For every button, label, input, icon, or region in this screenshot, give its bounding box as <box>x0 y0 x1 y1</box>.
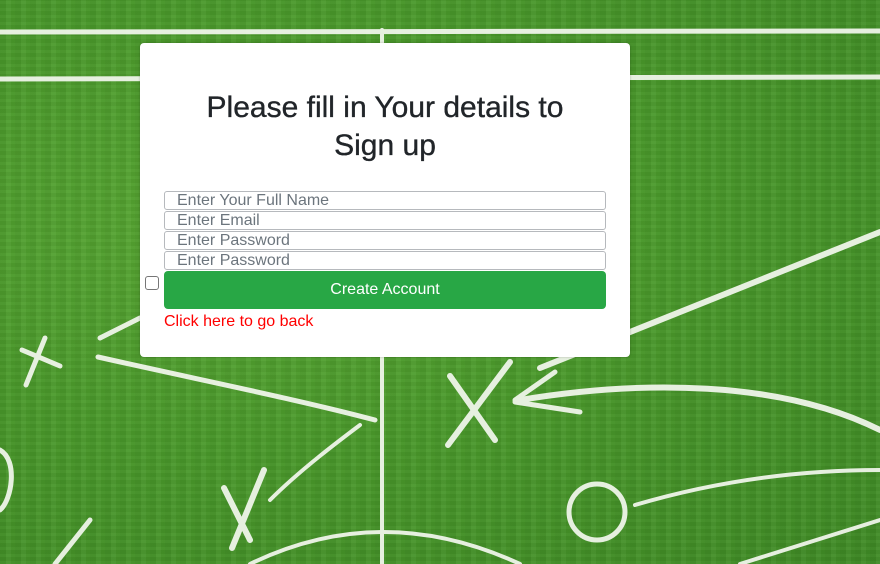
full-name-input[interactable] <box>164 191 606 210</box>
email-input[interactable] <box>164 211 606 230</box>
create-account-button[interactable]: Create Account <box>164 271 606 309</box>
signup-card: Please fill in Your details to Sign up C… <box>140 43 630 357</box>
title-line-2: Sign up <box>334 129 436 162</box>
title-line-1: Please fill in Your details to <box>206 91 564 124</box>
page-title: Please fill in Your details to Sign up <box>140 89 630 165</box>
password-input[interactable] <box>164 231 606 250</box>
confirm-password-input[interactable] <box>164 251 606 270</box>
go-back-link[interactable]: Click here to go back <box>164 312 313 332</box>
checkbox[interactable] <box>145 276 159 290</box>
